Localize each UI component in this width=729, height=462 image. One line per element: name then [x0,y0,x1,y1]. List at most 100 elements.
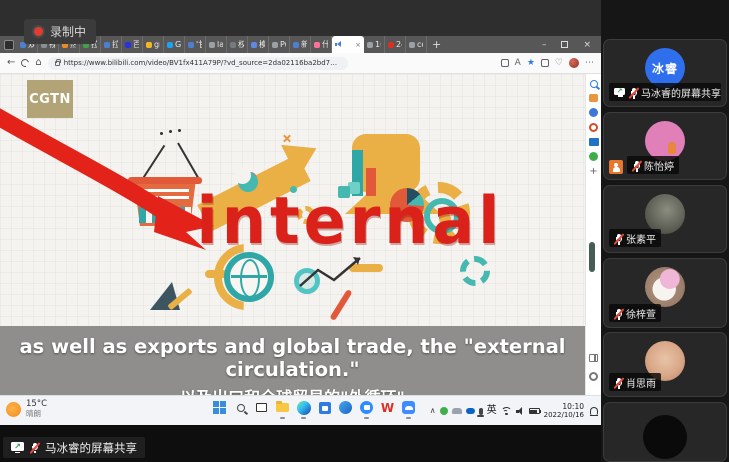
wifi-icon[interactable] [501,407,512,416]
tab-label: comb [417,40,423,49]
tray-expand-icon[interactable]: ∧ [430,407,436,415]
participant-tile[interactable]: 陈怡婷 [603,112,727,180]
taskbar-clock[interactable]: 10:10 2022/10/16 [544,402,584,421]
sidebar-tools-icon[interactable] [589,108,598,117]
browser-essentials-icon[interactable]: ♡ [555,59,563,68]
weather-widget[interactable]: 15°C 晴朗 [6,400,47,418]
meeting-app-icon[interactable] [359,400,374,415]
recording-dot-icon [34,27,43,36]
read-aloud-icon[interactable]: A [515,59,521,68]
new-tab-button[interactable]: + [427,36,446,53]
address-bar-icons: A ★ ♡ ⋯ [501,58,594,68]
tray-onedrive-icon[interactable] [466,408,475,414]
sidebar-add-icon[interactable]: + [589,167,599,177]
profile-avatar[interactable] [569,58,579,68]
tab-label: 权力 [238,39,244,50]
task-view-icon[interactable] [254,400,269,415]
tab-label: 模拟 [259,39,265,50]
sidebar-shopping-icon[interactable] [589,94,598,102]
maximize-button[interactable] [561,41,568,48]
video-frame[interactable]: CGTN [0,74,585,326]
sidebar-panel-icon[interactable] [589,354,598,362]
browser-tab[interactable]: 权力 [227,36,248,53]
tray-cloud-icon[interactable] [452,408,462,414]
participant-name-label: 陈怡婷 [627,156,679,174]
browser-tab[interactable]: gran [143,36,164,53]
wps-icon[interactable]: W [380,400,395,415]
globe-icon [224,252,274,302]
browser-tab[interactable]: 模拟 [248,36,269,53]
participant-name: 徐梓萱 [626,306,656,321]
browser-tab[interactable]: comb [406,36,427,53]
sidebar-app-icon[interactable] [589,152,598,161]
participant-tile[interactable]: 张素平 [603,185,727,253]
participant-tile[interactable] [603,402,727,462]
participant-tile[interactable]: 肖思雨 [603,332,727,397]
tab-search-icon[interactable] [4,40,14,50]
battery-icon[interactable] [529,408,540,414]
participant-tile[interactable]: 冰睿 ↗ 马冰睿的屏幕共享 [603,39,727,107]
reader-mode-icon[interactable] [501,59,509,67]
sidebar-office-icon[interactable] [589,123,598,132]
cloud-app-icon[interactable] [401,400,416,415]
screen-share-name-chip: ↗ 马冰睿的屏幕共享 [3,437,145,458]
participant-name: 陈怡婷 [644,158,674,173]
address-bar: ← ⌂ https://www.bilibili.com/video/BV1fx… [0,53,601,74]
tray-green-app-icon[interactable] [440,407,448,415]
edge-browser-icon[interactable] [296,400,311,415]
tab-label: 百度 [133,39,139,50]
stage-bottom-strip: ↗ 马冰睿的屏幕共享 [0,425,601,462]
url-field[interactable]: https://www.bilibili.com/video/BV1fx411A… [48,57,348,70]
tab-audio-icon [335,41,342,48]
favorites-star-icon[interactable]: ★ [527,59,535,68]
browser-tab[interactable]: 百度 [122,36,143,53]
tab-label: 什么 [322,39,328,50]
participant-tile[interactable]: 徐梓萱 [603,258,727,328]
browser-tab[interactable]: lack [206,36,227,53]
tab-close-icon[interactable]: × [355,41,361,49]
store-icon[interactable] [317,400,332,415]
browser-tab[interactable]: 新闻 [290,36,311,53]
tab-favicon [230,42,236,48]
collections-icon[interactable] [541,59,549,67]
start-button[interactable] [212,400,227,415]
tab-favicon [388,42,394,48]
avatar-initials: 冰睿 [652,60,678,77]
taskbar-search-icon[interactable] [233,400,248,415]
browser-tab[interactable]: 拉上 [101,36,122,53]
tab-label: lack [217,40,223,49]
home-icon[interactable]: ⌂ [35,58,41,68]
screen-share-stage: 录制中 双语视频热点拉上拉上百度granGran'甘肃lack权力模拟Pure新… [0,0,601,462]
sidebar-settings-gear-icon[interactable] [589,372,598,381]
muted-mic-icon [614,308,622,318]
url-text: https://www.bilibili.com/video/BV1fx411A… [64,59,341,67]
subtitle-english: as well as exports and global trade, the… [0,335,585,381]
scrollbar-thumb[interactable] [589,242,595,272]
browser-tab[interactable]: '甘肃 [185,36,206,53]
more-menu-icon[interactable]: ⋯ [585,59,594,68]
volume-icon[interactable] [516,407,525,415]
browser-tab[interactable]: 16讲 [364,36,385,53]
browser-tab-active[interactable]: × [332,36,364,53]
screen-share-icon: ↗ [614,88,625,97]
minimize-button[interactable]: – [542,40,547,50]
ime-indicator[interactable]: 英 [487,406,497,416]
screen-share-label: 马冰睿的屏幕共享 [45,440,137,456]
refresh-icon[interactable] [20,58,31,69]
browser-tab[interactable]: 什么 [311,36,332,53]
file-explorer-icon[interactable] [275,400,290,415]
browser-tab[interactable]: Pure [269,36,290,53]
tray-mic-icon[interactable] [479,408,483,415]
sidebar-search-icon[interactable] [590,80,598,88]
browser-app-icon[interactable] [338,400,353,415]
muted-mic-icon [614,377,622,387]
close-button[interactable]: × [583,40,591,50]
sidebar-outlook-icon[interactable] [589,138,599,146]
browser-tab[interactable]: Gran [164,36,185,53]
subtitle-band: as well as exports and global trade, the… [0,326,585,395]
notification-bell-icon[interactable] [590,407,598,415]
tab-label: Pure [280,40,286,49]
back-button[interactable]: ← [7,58,15,68]
participants-panel: 冰睿 ↗ 马冰睿的屏幕共享 陈怡婷 张素平 [601,0,729,462]
browser-tab[interactable]: 24讲 [385,36,406,53]
